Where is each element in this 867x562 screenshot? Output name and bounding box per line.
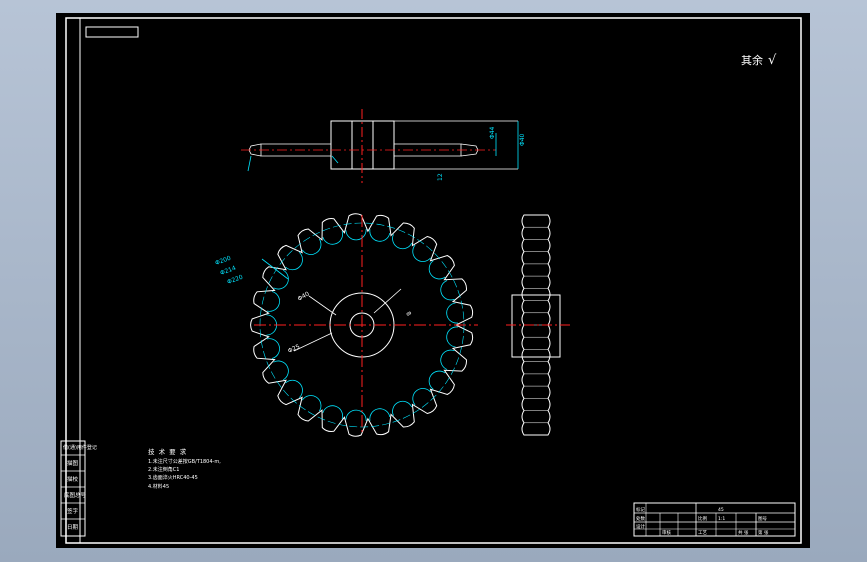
title-material: 45: [718, 507, 724, 513]
dim-front-4: Φ25: [287, 343, 301, 355]
drawing-sheet: 其余 √ Φ40 Φ44 12 Φ200 Φ214 Φ220 Φ40 Φ25 8…: [56, 13, 810, 548]
side-label: 底图总号: [64, 491, 87, 499]
title-block-frame: [633, 502, 796, 537]
side-label: 借(通)用件登记: [63, 444, 97, 451]
tooth-root-arc: [322, 405, 343, 420]
tech-req-title: 技 术 要 求: [148, 447, 187, 456]
tooth-root-arc: [440, 280, 455, 301]
side-label: 描校: [67, 475, 79, 483]
dim-front-1: Φ214: [219, 265, 237, 277]
title-scale: 1:1: [718, 516, 725, 522]
title-label: 标记: [636, 506, 645, 513]
edge-hub: [511, 294, 561, 358]
tooth-root-arc: [322, 230, 343, 245]
sprocket-front-view: Φ200 Φ214 Φ220 Φ40 Φ25 8: [214, 213, 478, 437]
title-label: 共 张: [738, 529, 749, 536]
roughness-symbol: √: [768, 53, 777, 68]
tooth-root-arc: [369, 408, 391, 421]
dim-front-5: 8: [404, 311, 412, 318]
side-label: 描图: [67, 459, 79, 467]
tooth-root-arc: [301, 238, 322, 255]
dim-leader-keyway: [373, 288, 402, 314]
side-label: 签字: [67, 507, 79, 515]
tech-req-line-4: 4.材料45: [148, 483, 169, 490]
dim-front-3: Φ40: [297, 290, 311, 302]
tooth-root-arc: [392, 234, 413, 250]
tooth-root-arc: [440, 349, 455, 370]
tooth-root-arc: [345, 229, 367, 241]
title-label: 图号: [758, 516, 767, 522]
dim-front-2: Φ220: [226, 274, 244, 286]
title-label: 比例: [698, 515, 707, 522]
title-label: 设计: [636, 523, 645, 530]
hub-hatch-right: [372, 120, 395, 170]
title-block: 标记 处数 设计 审核 工艺 比例 1:1 共 张 第 张 图号 45: [633, 502, 796, 537]
tech-req-line-2: 2.未注倒角C1: [148, 466, 179, 473]
title-label: 第 张: [758, 529, 769, 536]
tooth-root-arc: [345, 409, 367, 421]
dim-width-text: 12: [437, 173, 444, 181]
drawing-number-box: [85, 26, 139, 38]
side-label: 日期: [67, 524, 79, 531]
dim-inner-text: Φ44: [489, 126, 496, 139]
hub-hatch-left: [330, 120, 353, 170]
technical-requirements: 技 术 要 求 1.未注尺寸公差按GB/T1804-m, 2.未注倒角C1 3.…: [148, 447, 221, 490]
tooth-root-arc: [266, 338, 280, 359]
tooth-root-arc: [392, 400, 413, 416]
sprocket-edge-view: [506, 214, 570, 436]
title-label: 审核: [662, 529, 671, 536]
dim-leader-hub: [331, 155, 339, 164]
side-section-view: Φ40 Φ44 12: [241, 109, 526, 183]
tooth-root-arc: [428, 370, 446, 390]
roughness-note: 其余 √: [741, 53, 777, 68]
dim-leader-hub-front: [308, 295, 337, 316]
tooth-root-arc: [266, 291, 280, 312]
roughness-label: 其余: [741, 53, 763, 67]
tooth-root-arc: [369, 229, 391, 242]
tooth-root-arc: [446, 326, 459, 348]
tooth-root-arc: [273, 360, 289, 381]
title-label: 工艺: [698, 530, 707, 536]
tooth-root-arc: [273, 269, 289, 290]
tooth-root-arc: [428, 260, 446, 280]
tech-req-line-3: 3.齿面淬火HRC40-45: [148, 474, 198, 481]
dim-front-0: Φ200: [214, 255, 232, 267]
dim-leader-left: [247, 155, 252, 172]
tooth-root-arc: [446, 302, 459, 324]
tooth-root-arc: [301, 395, 322, 412]
tech-req-line-1: 1.未注尺寸公差按GB/T1804-m,: [148, 458, 221, 465]
dim-outer-text: Φ40: [519, 133, 526, 146]
title-label: 处数: [636, 515, 645, 522]
